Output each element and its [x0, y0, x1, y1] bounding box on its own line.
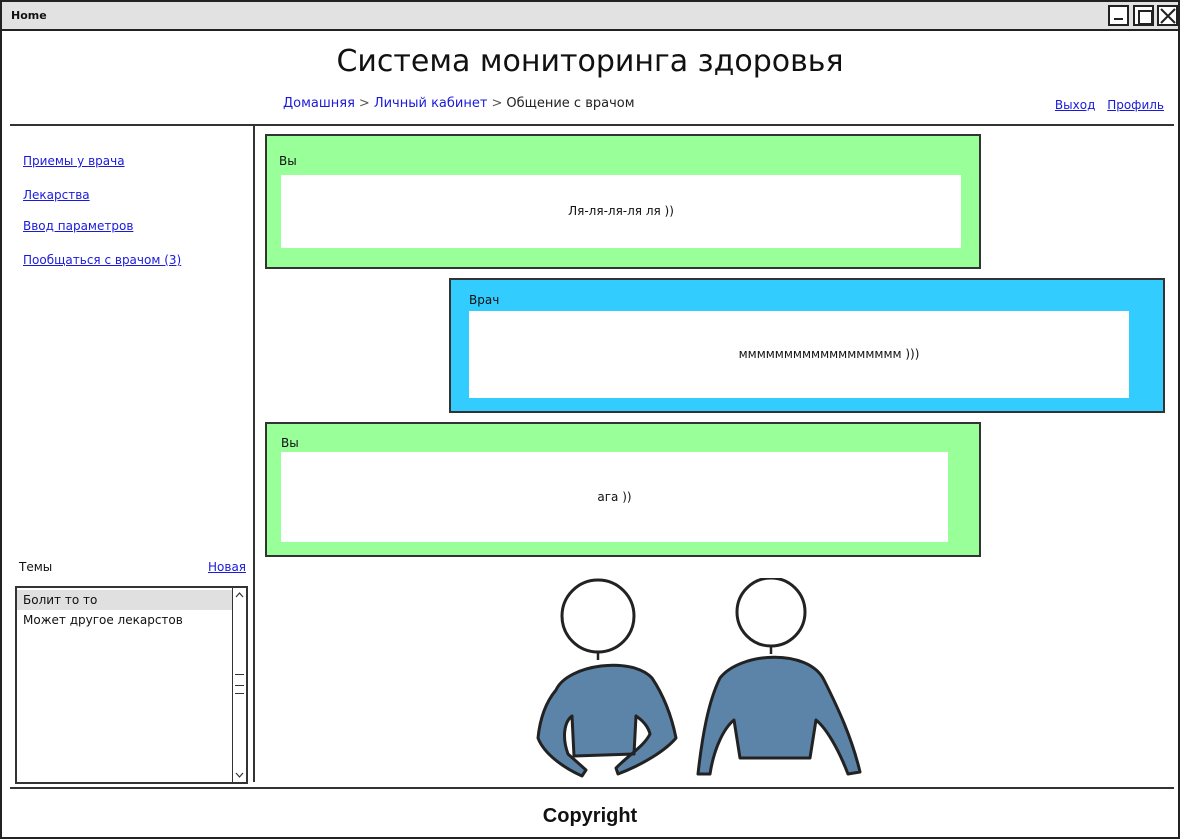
message-author: Вы — [279, 154, 297, 168]
breadcrumb-cabinet-link[interactable]: Личный кабинет — [374, 96, 488, 111]
footer-copyright: Copyright — [542, 805, 638, 827]
topics-scrollbar[interactable] — [232, 588, 246, 782]
sidebar-divider — [253, 126, 255, 782]
title-bar: Home — [2, 2, 1178, 31]
window-title: Home — [11, 9, 47, 22]
scroll-up-icon[interactable] — [233, 588, 246, 602]
breadcrumb-current: Общение с врачом — [506, 96, 635, 111]
message-author: Вы — [281, 436, 299, 450]
message-text: ага )) — [281, 452, 948, 542]
footer-divider — [10, 787, 1174, 789]
minimize-button[interactable] — [1108, 5, 1129, 26]
breadcrumb-separator: > — [358, 96, 370, 111]
message-bubble-patient: Вы Ля-ля-ля-ля ля )) — [265, 134, 981, 269]
topic-item[interactable]: Болит то то — [17, 590, 233, 610]
message-author: Врач — [469, 293, 500, 307]
new-topic-link[interactable]: Новая — [208, 560, 246, 574]
breadcrumb: Домашняя > Личный кабинет > Общение с врачом — [283, 96, 635, 111]
breadcrumb-separator: > — [491, 96, 503, 111]
top-links: Выход Профиль — [1047, 98, 1164, 112]
topic-item[interactable]: Может другое лекарстов — [17, 610, 233, 630]
scroll-grip — [235, 674, 244, 675]
scroll-down-icon[interactable] — [233, 768, 246, 782]
maximize-button[interactable] — [1133, 5, 1154, 26]
nav-item-appointments[interactable]: Приемы у врача — [23, 154, 125, 168]
profile-link[interactable]: Профиль — [1107, 98, 1164, 112]
nav-item-parameters[interactable]: Ввод параметров — [23, 219, 133, 233]
header-divider — [10, 124, 1174, 126]
message-text: мммммммммммммммммм ))) — [469, 311, 1129, 398]
close-button[interactable] — [1157, 5, 1178, 26]
breadcrumb-home-link[interactable]: Домашняя — [283, 96, 355, 111]
two-people-icon — [536, 578, 862, 778]
logout-link[interactable]: Выход — [1055, 98, 1095, 112]
nav-item-chat-doctor[interactable]: Пообщаться с врачом (3) — [23, 253, 181, 267]
close-icon — [1160, 8, 1176, 24]
scroll-grip — [235, 685, 244, 686]
page-title: Система мониторинга здоровья — [336, 44, 844, 79]
scroll-grip — [235, 693, 244, 694]
topics-label: Темы — [19, 560, 53, 574]
nav-item-medications[interactable]: Лекарства — [23, 188, 90, 202]
message-bubble-patient: Вы ага )) — [265, 422, 981, 557]
message-bubble-doctor: Врач мммммммммммммммммм ))) — [449, 278, 1165, 413]
message-text: Ля-ля-ля-ля ля )) — [281, 175, 961, 248]
app-window: Home Система мониторинга здоровья Домашн… — [0, 0, 1180, 839]
topics-list[interactable]: Болит то то Может другое лекарстов — [15, 586, 248, 784]
